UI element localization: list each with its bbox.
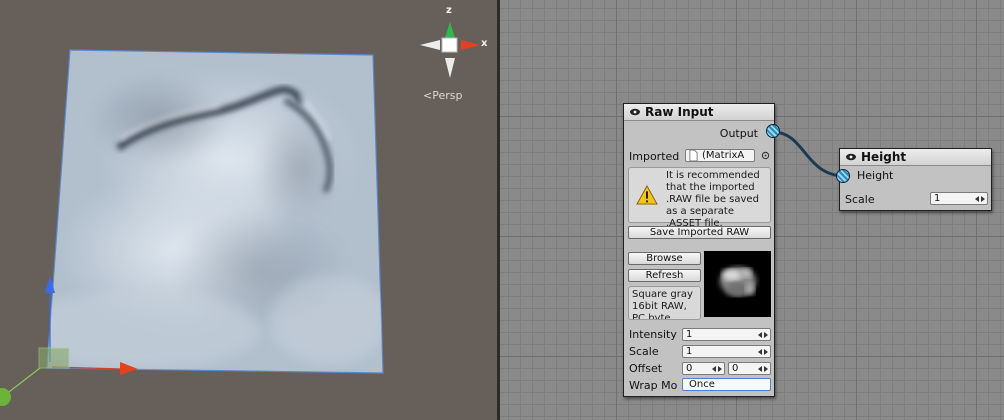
warning-helpbox: It is recommended that the imported .RAW…: [628, 167, 771, 229]
wrap-mode-label: Wrap Mo: [629, 379, 678, 392]
document-icon: [689, 150, 698, 161]
drag-arrows-icon[interactable]: [758, 347, 768, 357]
warning-icon: [636, 185, 658, 205]
info-helpbox: Square gray 16bit RAW, PC byte: [628, 286, 701, 320]
eye-icon[interactable]: [629, 106, 641, 118]
height-input-port[interactable]: [836, 169, 850, 183]
scene-viewport[interactable]: [0, 0, 497, 420]
warning-text: It is recommended that the imported .RAW…: [666, 170, 760, 229]
raw-input-header[interactable]: Raw Input: [624, 104, 774, 121]
node-graph-canvas[interactable]: Raw Input Output Imported (MatrixA It is…: [500, 0, 1004, 420]
height-header[interactable]: Height: [840, 149, 991, 166]
eye-icon[interactable]: [845, 151, 857, 163]
scale-label: Scale: [629, 345, 659, 358]
drag-arrows-icon[interactable]: [712, 364, 722, 374]
height-scale-field[interactable]: 1: [930, 192, 988, 205]
chevron-left-icon: <: [423, 89, 433, 102]
browse-button[interactable]: Browse: [628, 252, 701, 265]
imported-label: Imported: [629, 150, 680, 163]
height-title: Height: [861, 150, 907, 164]
heightmap-preview: [704, 251, 771, 317]
yz-plane-handle[interactable]: [38, 347, 70, 369]
height-input-label: Height: [857, 169, 894, 182]
raw-input-node[interactable]: Raw Input Output Imported (MatrixA It is…: [623, 103, 780, 397]
gizmo-z-label: z: [446, 5, 452, 16]
imported-object-field[interactable]: (MatrixA: [685, 149, 755, 162]
scale-field[interactable]: 1: [682, 345, 771, 358]
orientation-gizmo[interactable]: [420, 22, 480, 78]
offset-x-field[interactable]: 0: [682, 362, 725, 375]
output-label: Output: [719, 127, 758, 140]
drag-arrows-icon[interactable]: [975, 194, 985, 204]
save-imported-raw-button[interactable]: Save Imported RAW: [628, 226, 771, 239]
output-port[interactable]: [766, 124, 780, 138]
scene-view[interactable]: z x <Persp: [0, 0, 497, 420]
z-axis-handle[interactable]: [0, 388, 11, 406]
intensity-field[interactable]: 1: [682, 328, 771, 341]
raw-input-title: Raw Input: [645, 105, 714, 119]
object-picker-icon[interactable]: [761, 151, 770, 160]
info-text: Square gray 16bit RAW, PC byte: [632, 289, 693, 320]
drag-arrows-icon[interactable]: [758, 330, 768, 340]
projection-toggle[interactable]: <Persp: [423, 89, 462, 102]
refresh-button[interactable]: Refresh: [628, 269, 701, 282]
offset-label: Offset: [629, 362, 663, 375]
height-scale-label: Scale: [845, 193, 875, 206]
height-node[interactable]: Height Height Scale 1: [836, 148, 992, 211]
offset-y-field[interactable]: 0: [728, 362, 771, 375]
projection-label: Persp: [432, 89, 463, 102]
intensity-label: Intensity: [629, 328, 677, 341]
wrap-mode-dropdown[interactable]: Once: [682, 378, 771, 391]
drag-arrows-icon[interactable]: [758, 364, 768, 374]
gizmo-x-label: x: [481, 38, 488, 49]
